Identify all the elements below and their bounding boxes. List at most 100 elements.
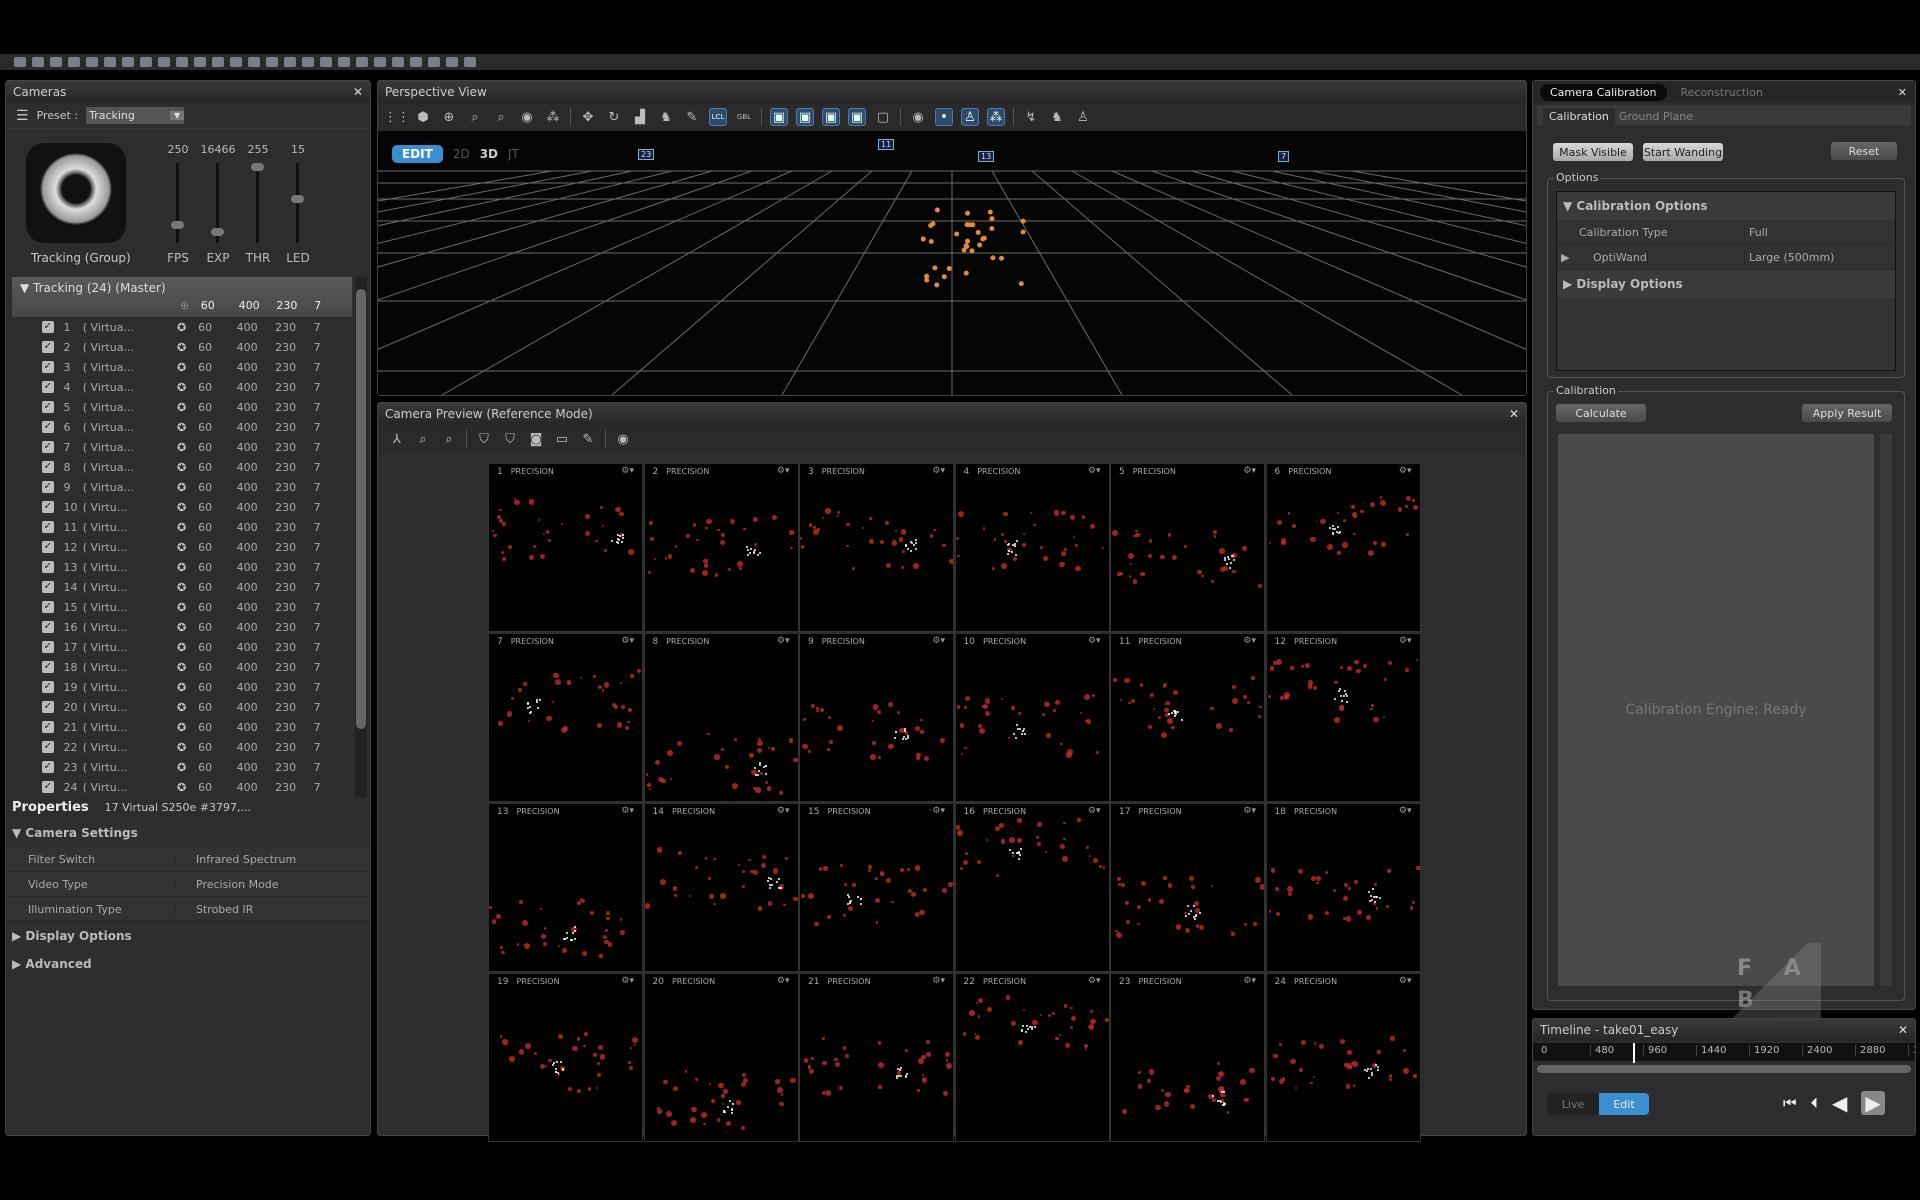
slider-fps[interactable] xyxy=(171,163,184,243)
camera-tag[interactable]: 11 xyxy=(878,139,895,150)
camera-preview-cell[interactable]: 17 PRECISION ⚙▾ xyxy=(1110,803,1265,972)
calculate-button[interactable]: Calculate xyxy=(1556,404,1646,422)
camera-checkbox[interactable]: ✓ xyxy=(42,381,54,393)
camera-settings-icon[interactable]: ✪ xyxy=(177,681,198,694)
edit-button[interactable]: Edit xyxy=(1599,1093,1649,1115)
camera-settings-icon[interactable]: ✪ xyxy=(177,581,198,594)
toolbar-icon[interactable] xyxy=(266,57,278,67)
tab-reconstruction[interactable]: Reconstruction xyxy=(1681,86,1763,99)
camera-row[interactable]: ✓ 13 ( Virtu... ✪ 60 400 230 7 xyxy=(12,557,352,577)
preview-tool-icon[interactable]: ▭ xyxy=(553,430,571,448)
toolbar-tool-icon[interactable]: • xyxy=(935,108,953,126)
camera-settings-icon[interactable]: ✪ xyxy=(177,781,198,794)
play-icon[interactable]: ▶ xyxy=(1861,1091,1885,1115)
list-icon[interactable]: ☰ xyxy=(16,108,29,124)
toolbar-tool-icon[interactable]: ⁂ xyxy=(987,108,1005,126)
camera-row[interactable]: ✓ 14 ( Virtu... ✪ 60 400 230 7 xyxy=(12,577,352,597)
camera-row[interactable]: ✓ 22 ( Virtu... ✪ 60 400 230 7 xyxy=(12,737,352,757)
toolbar-icon[interactable] xyxy=(158,57,170,67)
camera-checkbox[interactable]: ✓ xyxy=(42,421,54,433)
camera-settings-icon[interactable]: ✪ xyxy=(177,361,198,374)
slider-exp[interactable] xyxy=(211,163,224,243)
start-wanding-button[interactable]: Start Wanding xyxy=(1643,143,1723,161)
camera-row[interactable]: ✓ 8 ( Virtua... ✪ 60 400 230 7 xyxy=(12,457,352,477)
gear-icon[interactable]: ⚙▾ xyxy=(1088,976,1101,986)
gear-icon[interactable]: ⚙▾ xyxy=(777,806,790,816)
camera-preview-cell[interactable]: 2 PRECISION ⚙▾ xyxy=(643,463,799,632)
camera-checkbox[interactable]: ✓ xyxy=(42,621,54,633)
timeline-ruler[interactable]: 0 480 960 1440 1920 2400 2880 336 xyxy=(1533,1043,1915,1061)
camera-checkbox[interactable]: ✓ xyxy=(42,701,54,713)
camera-checkbox[interactable]: ✓ xyxy=(42,441,54,453)
camera-row[interactable]: ✓ 19 ( Virtu... ✪ 60 400 230 7 xyxy=(12,677,352,697)
toolbar-tool-icon[interactable]: ◉ xyxy=(518,108,536,126)
camera-preview-cell[interactable]: 8 PRECISION ⚙▾ xyxy=(643,633,799,802)
camera-checkbox[interactable]: ✓ xyxy=(42,361,54,373)
camera-preview-cell[interactable]: 12 PRECISION ⚙▾ xyxy=(1265,633,1421,802)
preview-tool-icon[interactable]: ⌕ xyxy=(414,430,432,448)
camera-settings-icon[interactable]: ✪ xyxy=(177,721,198,734)
camera-preview-cell[interactable]: 16 PRECISION ⚙▾ xyxy=(954,803,1110,972)
camera-row[interactable]: ✓ 1 ( Virtua... ✪ 60 400 230 7 xyxy=(12,317,352,337)
toolbar-icon[interactable] xyxy=(302,57,314,67)
camera-checkbox[interactable]: ✓ xyxy=(42,521,54,533)
toolbar-icon[interactable] xyxy=(212,57,224,67)
camera-checkbox[interactable]: ✓ xyxy=(42,541,54,553)
camera-row[interactable]: ✓ 18 ( Virtu... ✪ 60 400 230 7 xyxy=(12,657,352,677)
toolbar-tool-icon[interactable]: ♙ xyxy=(1074,108,1092,126)
camera-settings-icon[interactable]: ✪ xyxy=(177,381,198,394)
toolbar-tool-icon[interactable]: ⬢ xyxy=(414,108,432,126)
camera-row[interactable]: ✓ 17 ( Virtu... ✪ 60 400 230 7 xyxy=(12,637,352,657)
live-button[interactable]: Live xyxy=(1547,1093,1599,1115)
display-options-section[interactable]: ▶ Display Options xyxy=(6,922,370,950)
gear-icon[interactable]: ⚙▾ xyxy=(932,806,945,816)
camera-row[interactable]: ✓ 21 ( Virtu... ✪ 60 400 230 7 xyxy=(12,717,352,737)
camera-preview-cell[interactable]: 1 PRECISION ⚙▾ xyxy=(488,463,643,632)
camera-settings-icon[interactable]: ✪ xyxy=(177,441,198,454)
local-coords-button[interactable]: LCL xyxy=(709,108,727,126)
gear-icon[interactable]: ⚙▾ xyxy=(1088,806,1101,816)
gear-icon[interactable]: ⚙▾ xyxy=(1399,806,1412,816)
gear-icon[interactable]: ⚙▾ xyxy=(621,976,634,986)
toolbar-icon[interactable] xyxy=(356,57,368,67)
toolbar-icon[interactable] xyxy=(284,57,296,67)
gear-icon[interactable]: ⚙▾ xyxy=(1243,636,1256,646)
camera-checkbox[interactable]: ✓ xyxy=(42,761,54,773)
property-value[interactable]: Precision Mode xyxy=(176,878,279,891)
camera-tag[interactable]: 23 xyxy=(638,149,655,160)
camera-checkbox[interactable]: ✓ xyxy=(42,661,54,673)
camera-settings-icon[interactable]: ✪ xyxy=(177,561,198,574)
camera-preview-cell[interactable]: 14 PRECISION ⚙▾ xyxy=(643,803,799,972)
preset-dropdown[interactable]: Tracking ▼ xyxy=(86,107,185,124)
toolbar-tool-icon[interactable]: ⊕ xyxy=(440,108,458,126)
camera-settings-icon[interactable]: ✪ xyxy=(177,741,198,754)
camera-row[interactable]: ✓ 10 ( Virtu... ✪ 60 400 230 7 xyxy=(12,497,352,517)
camera-checkbox[interactable]: ✓ xyxy=(42,721,54,733)
gear-icon[interactable]: ⚙▾ xyxy=(1399,976,1412,986)
preview-tool-icon[interactable]: ⅄ xyxy=(388,430,406,448)
gear-icon[interactable]: ⚙▾ xyxy=(777,466,790,476)
camera-settings-icon[interactable]: ✪ xyxy=(177,701,198,714)
gear-icon[interactable]: ⚙▾ xyxy=(1088,466,1101,476)
camera-preview-cell[interactable]: 22 PRECISION ⚙▾ xyxy=(954,973,1110,1142)
skip-to-start-icon[interactable]: ⏮ xyxy=(1783,1094,1797,1112)
camera-settings-section[interactable]: ▼ Camera Settings xyxy=(6,819,370,847)
camera-checkbox[interactable]: ✓ xyxy=(42,341,54,353)
camera-row[interactable]: ✓ 11 ( Virtu... ✪ 60 400 230 7 xyxy=(12,517,352,537)
camera-row[interactable]: ✓ 9 ( Virtua... ✪ 60 400 230 7 xyxy=(12,477,352,497)
optiwand-row[interactable]: ▶ OptiWand xyxy=(1557,250,1745,264)
toolbar-tool-icon[interactable]: ♙ xyxy=(961,108,979,126)
3d-viewport[interactable]: EDIT 2D 3D JT 23 11 13 7 xyxy=(378,131,1526,395)
camera-settings-icon[interactable]: ✪ xyxy=(177,501,198,514)
toolbar-icon[interactable] xyxy=(392,57,404,67)
camera-settings-icon[interactable]: ✪ xyxy=(177,421,198,434)
toolbar-tool-icon[interactable]: ▣ xyxy=(796,108,814,126)
camera-preview-cell[interactable]: 21 PRECISION ⚙▾ xyxy=(799,973,954,1142)
reset-button[interactable]: Reset xyxy=(1831,142,1897,160)
camera-checkbox[interactable]: ✓ xyxy=(42,581,54,593)
toolbar-tool-icon[interactable]: ▢ xyxy=(874,108,892,126)
camera-tag[interactable]: 7 xyxy=(1278,151,1290,162)
subtab-ground-plane[interactable]: Ground Plane xyxy=(1615,108,1697,125)
close-icon[interactable]: ✕ xyxy=(1898,1023,1908,1037)
preview-tool-icon[interactable]: ✎ xyxy=(579,430,597,448)
